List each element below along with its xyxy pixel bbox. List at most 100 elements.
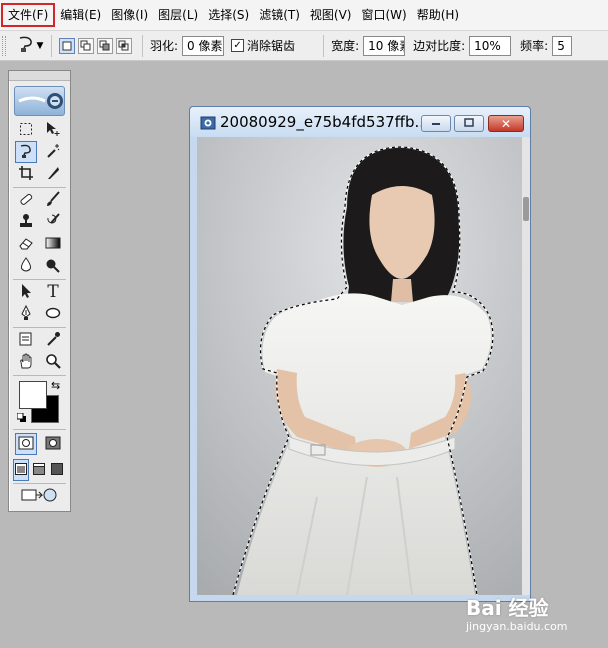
toolbox-row xyxy=(9,351,70,373)
minimize-button[interactable] xyxy=(421,115,451,132)
healing-brush-tool[interactable] xyxy=(15,189,37,211)
crop-icon xyxy=(18,165,34,184)
ellipse-icon xyxy=(45,305,61,324)
magnetic-lasso-tool[interactable] xyxy=(15,141,37,163)
photoshop-logo-icon[interactable] xyxy=(14,86,65,116)
screen-mode-icon xyxy=(33,462,45,478)
menu-select[interactable]: 选择(S) xyxy=(203,3,254,27)
photoshop-document-icon xyxy=(200,115,216,131)
antialias-checkbox[interactable]: ✓ xyxy=(231,39,245,52)
eraser-icon xyxy=(18,235,34,254)
full-screen-mode-button[interactable] xyxy=(49,459,65,481)
hand-tool[interactable] xyxy=(15,351,37,373)
options-grip[interactable] xyxy=(2,35,6,56)
close-button[interactable]: ✕ xyxy=(488,115,524,132)
default-colors-icon[interactable] xyxy=(16,412,27,426)
new-selection-button[interactable] xyxy=(59,37,75,54)
toolbox-row xyxy=(9,141,70,163)
restore-button[interactable] xyxy=(454,115,484,132)
clone-stamp-tool[interactable] xyxy=(15,211,37,233)
dodge-tool[interactable] xyxy=(42,255,64,277)
magnetic-lasso-icon xyxy=(17,35,35,56)
pen-tool[interactable] xyxy=(15,303,37,325)
toolbox-separator xyxy=(13,187,66,188)
type-tool[interactable]: T xyxy=(42,281,64,303)
toolbox-row xyxy=(9,211,70,233)
add-to-selection-button[interactable] xyxy=(78,37,94,54)
note-icon xyxy=(18,331,34,350)
path-selection-tool[interactable] xyxy=(15,281,37,303)
magic-wand-icon xyxy=(45,143,61,162)
tool-preset-picker[interactable]: ▼ xyxy=(16,34,44,58)
menu-window[interactable]: 窗口(W) xyxy=(356,3,411,27)
toolbox-row xyxy=(9,433,70,455)
notes-tool[interactable] xyxy=(15,329,37,351)
magic-wand-tool[interactable] xyxy=(42,141,64,163)
toolbox: T ⇆ xyxy=(8,70,71,512)
foreground-color-swatch[interactable] xyxy=(19,381,47,409)
drop-icon xyxy=(18,256,34,276)
width-input[interactable]: 10 像素 xyxy=(363,35,406,56)
move-tool[interactable] xyxy=(42,119,64,141)
toolbox-separator xyxy=(13,279,66,280)
brush-tool[interactable] xyxy=(42,189,64,211)
toolbox-separator xyxy=(13,375,66,376)
toolbox-row xyxy=(9,459,70,481)
full-screen-menu-mode-button[interactable] xyxy=(31,459,47,481)
edge-contrast-input[interactable]: 10% xyxy=(469,35,512,56)
antialias-label: 消除锯齿 xyxy=(247,39,296,53)
marquee-tool[interactable] xyxy=(15,119,37,141)
jump-to-imageready-button[interactable] xyxy=(19,485,59,507)
toolbox-row: T xyxy=(9,281,70,303)
eyedropper-icon xyxy=(45,331,61,350)
crop-tool[interactable] xyxy=(15,163,37,185)
menu-edit[interactable]: 编辑(E) xyxy=(55,3,106,27)
menu-layer[interactable]: 图层(L) xyxy=(153,3,203,27)
menu-help[interactable]: 帮助(H) xyxy=(412,3,464,27)
imageready-icon xyxy=(20,486,58,507)
gradient-tool[interactable] xyxy=(42,233,64,255)
magnetic-lasso-icon xyxy=(18,143,34,162)
toolbox-row xyxy=(9,303,70,325)
toolbox-separator xyxy=(13,429,66,430)
screen-mode-icon xyxy=(15,462,27,478)
frequency-input[interactable]: 5 xyxy=(552,35,573,56)
slice-tool[interactable] xyxy=(42,163,64,185)
eyedropper-tool[interactable] xyxy=(42,329,64,351)
menu-view[interactable]: 视图(V) xyxy=(305,3,357,27)
toolbox-row xyxy=(9,485,70,507)
vertical-scrollbar[interactable] xyxy=(522,137,530,595)
standard-mode-button[interactable] xyxy=(15,433,37,455)
standard-screen-mode-button[interactable] xyxy=(13,459,29,481)
marquee-icon xyxy=(19,122,33,139)
eraser-tool[interactable] xyxy=(15,233,37,255)
menu-image[interactable]: 图像(I) xyxy=(106,3,153,27)
watermark-logo: Bai 经验 xyxy=(466,596,549,620)
arrow-icon xyxy=(18,283,34,302)
feather-input[interactable]: 0 像素 xyxy=(182,35,225,56)
zoom-tool[interactable] xyxy=(42,351,64,373)
bandage-icon xyxy=(18,191,34,210)
magnifier-icon xyxy=(45,353,61,372)
subtract-from-selection-button[interactable] xyxy=(97,37,113,54)
scroll-thumb[interactable] xyxy=(523,197,529,221)
quick-mask-icon xyxy=(45,436,61,453)
intersect-selection-button[interactable] xyxy=(116,37,132,54)
image-canvas[interactable] xyxy=(197,137,522,595)
blur-tool[interactable] xyxy=(15,255,37,277)
history-brush-tool[interactable] xyxy=(42,211,64,233)
swap-colors-icon[interactable]: ⇆ xyxy=(51,379,60,392)
document-window: 20080929_e75b4fd537ffb... ✕ xyxy=(189,106,531,602)
menu-file[interactable]: 文件(F) xyxy=(1,3,56,27)
quick-mask-button[interactable] xyxy=(42,433,64,455)
menu-filter[interactable]: 滤镜(T) xyxy=(254,3,305,27)
history-brush-icon xyxy=(45,212,61,232)
document-titlebar[interactable]: 20080929_e75b4fd537ffb... ✕ xyxy=(190,107,530,137)
shape-tool[interactable] xyxy=(42,303,64,325)
antialias-toggle[interactable]: ✓ 消除锯齿 xyxy=(231,37,295,54)
menu-bar: 文件(F) 编辑(E) 图像(I) 图层(L) 选择(S) 滤镜(T) 视图(V… xyxy=(0,0,608,31)
toolbox-titlebar[interactable] xyxy=(9,71,70,81)
document-title: 20080929_e75b4fd537ffb... xyxy=(220,113,429,131)
toolbox-separator xyxy=(13,327,66,328)
dodge-icon xyxy=(45,257,61,276)
